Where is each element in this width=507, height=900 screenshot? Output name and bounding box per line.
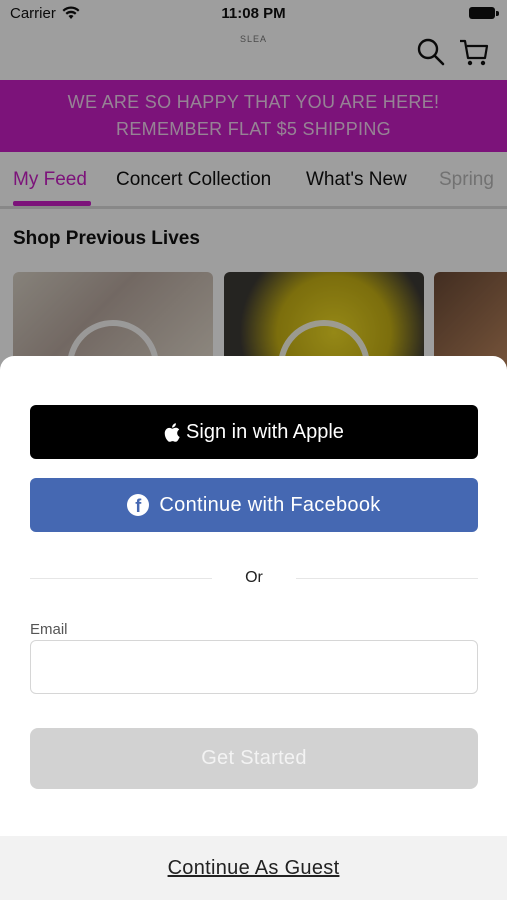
get-started-label: Get Started: [201, 747, 307, 769]
guest-bar: Continue As Guest: [0, 836, 507, 900]
get-started-button[interactable]: Get Started: [30, 728, 478, 789]
email-field[interactable]: [30, 640, 478, 694]
continue-with-facebook-button[interactable]: f Continue with Facebook: [30, 478, 478, 532]
sign-in-sheet: Sign in with Apple f Continue with Faceb…: [0, 356, 507, 900]
divider-line: [296, 578, 478, 579]
email-label: Email: [30, 621, 68, 638]
apple-button-label: Sign in with Apple: [186, 420, 344, 443]
apple-icon: [164, 422, 180, 442]
facebook-icon: f: [127, 494, 150, 516]
sign-in-with-apple-button[interactable]: Sign in with Apple: [30, 405, 478, 459]
or-divider: Or: [30, 569, 478, 589]
facebook-button-label: Continue with Facebook: [159, 493, 381, 516]
continue-as-guest-link[interactable]: Continue As Guest: [168, 857, 340, 880]
